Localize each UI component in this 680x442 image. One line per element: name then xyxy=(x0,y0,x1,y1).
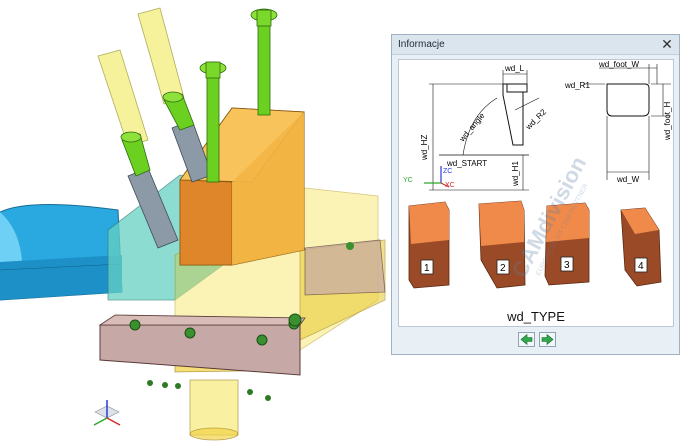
arrow-left-icon xyxy=(520,333,533,346)
label-wd-HZ: wd_HZ xyxy=(420,135,429,161)
label-wd-W: wd_W xyxy=(616,175,640,184)
clamp-bar xyxy=(98,314,306,376)
label-wd-angle: wd_angle xyxy=(457,111,487,144)
jaw-number-4: 4 xyxy=(638,261,644,272)
close-icon[interactable]: ✕ xyxy=(660,37,674,51)
jaw-type-4[interactable]: 4 xyxy=(620,207,662,287)
next-button[interactable] xyxy=(539,332,556,347)
label-wd-R2: wd_R2 xyxy=(523,107,548,132)
label-ZC: ZC xyxy=(443,168,452,175)
side-jaw xyxy=(304,239,386,296)
dialog-titlebar[interactable]: Informacje ✕ xyxy=(392,35,679,55)
jaw-type-1[interactable]: 1 xyxy=(408,201,450,289)
label-wd-L: wd_L xyxy=(504,64,525,73)
label-wd-START: wd_START xyxy=(446,159,487,168)
jaw-parameter-diagram: wd_L wd_angle wd_R2 wd_HZ wd_START wd_H1… xyxy=(403,60,672,289)
info-image-panel: wd_L wd_angle wd_R2 wd_HZ wd_START wd_H1… xyxy=(398,59,674,327)
prev-button[interactable] xyxy=(518,332,535,347)
jaw-number-1: 1 xyxy=(424,263,430,274)
bottom-cylinder xyxy=(189,379,239,441)
jaw-profile-right xyxy=(606,83,650,180)
info-dialog: Informacje ✕ wd_L wd_angle wd_R2 wd_HZ w… xyxy=(391,34,680,355)
label-XC: XC xyxy=(445,182,455,189)
label-wd-foot-W: wd_foot_W xyxy=(598,60,639,69)
type-label: wd_TYPE xyxy=(507,309,565,324)
dialog-title: Informacje xyxy=(398,39,445,50)
view-triad-icon xyxy=(93,400,121,426)
label-wd-foot-H: wd_foot_H xyxy=(663,102,672,141)
label-wd-H1: wd_H1 xyxy=(511,161,520,187)
arrow-right-icon xyxy=(541,333,554,346)
label-YC: YC xyxy=(403,177,413,184)
label-wd-R1: wd_R1 xyxy=(564,81,590,90)
orange-block xyxy=(179,107,305,266)
jaw-number-3: 3 xyxy=(564,260,570,271)
cyan-workpiece xyxy=(0,203,123,301)
jaw-number-2: 2 xyxy=(500,263,506,274)
dimension-lines-right xyxy=(583,64,671,173)
yellow-rods xyxy=(97,7,185,147)
